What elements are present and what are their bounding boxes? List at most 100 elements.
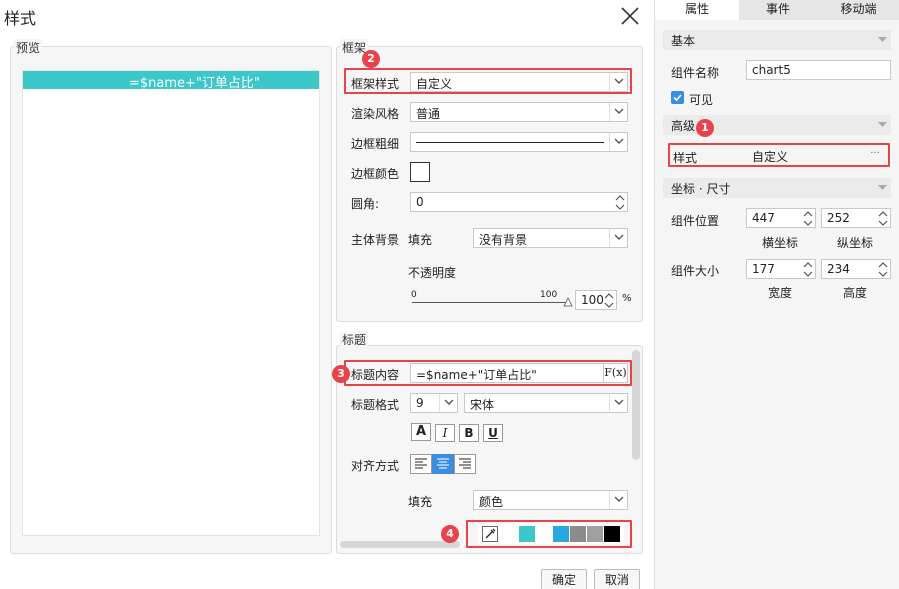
corner-label: 圆角: [351,197,380,211]
spinner[interactable] [876,209,890,227]
style-dialog: 样式 预览 =$name+"订单占比" 框架 框架样式 自定义 2 渲染风格 普… [0,0,654,589]
opacity-value: 100 [581,293,604,307]
opacity-input[interactable]: 100 [575,290,617,310]
spinner[interactable] [602,291,616,309]
highlight-frame-style [344,68,632,94]
align-right-button[interactable] [454,454,476,474]
size-label: 组件大小 [671,264,720,278]
title-format-label: 标题格式 [351,398,400,412]
position-x-input[interactable]: 447 [746,208,816,228]
title-group-label: 标题 [340,331,369,348]
basic-section-header[interactable]: 基本 [663,30,891,50]
highlight-palette [466,520,632,548]
confirm-button[interactable]: 确定 [541,569,587,589]
align-center-button[interactable] [432,454,454,474]
align-label: 对齐方式 [351,459,400,473]
opacity-slider-thumb[interactable] [563,296,573,307]
title-fill-select[interactable]: 颜色 [473,490,628,510]
close-icon[interactable] [619,5,641,27]
tab-mobile[interactable]: 移动端 [817,0,899,20]
width-input[interactable]: 177 [746,259,816,279]
bg-fill-value: 没有背景 [479,233,528,247]
component-name-value: chart5 [752,63,791,77]
opacity-unit: % [622,293,632,304]
component-name-label: 组件名称 [671,66,720,80]
font-color-button[interactable]: A [411,423,431,441]
badge-4: 4 [441,525,459,543]
render-style-value: 普通 [416,107,441,121]
coord-section-header[interactable]: 坐标 · 尺寸 [663,178,891,198]
line-sample [416,142,604,143]
panel-tabs: 属性 事件 移动端 [655,0,899,20]
badge-2: 2 [362,50,380,68]
chevron-down-icon [609,133,627,151]
tab-properties[interactable]: 属性 [655,0,739,20]
spinner[interactable] [801,209,815,227]
chevron-down-icon [439,394,457,412]
preview-title-text: =$name+"订单占比" [129,76,260,91]
check-icon [673,94,682,102]
badge-1: 1 [696,119,714,137]
bold-button[interactable]: B [459,424,479,442]
spinner[interactable] [801,260,815,278]
corner-input[interactable]: 0 [410,192,628,212]
position-y-value: 252 [827,211,850,225]
render-style-label: 渲染风格 [351,107,400,121]
chevron-down-icon [609,103,627,121]
title-fill-label: 填充 [408,495,433,509]
bg-fill-select[interactable]: 没有背景 [473,228,628,248]
underline-button[interactable]: U [483,424,503,442]
chevron-down-icon [609,394,627,412]
preview-title-bar: =$name+"订单占比" [23,71,319,91]
border-width-select[interactable] [410,132,628,152]
collapse-icon [878,37,887,42]
cancel-button[interactable]: 取消 [594,569,640,589]
tab-events[interactable]: 事件 [739,0,817,20]
opacity-label: 不透明度 [408,266,457,280]
height-input[interactable]: 234 [821,259,891,279]
width-value: 177 [752,262,775,276]
border-color-picker[interactable] [410,162,430,182]
preview-canvas [22,70,320,536]
slider-min: 0 [411,290,417,300]
font-size-select[interactable]: 9 [410,393,458,413]
align-left-button[interactable] [410,454,432,474]
component-name-input[interactable]: chart5 [746,60,891,80]
coord-section-title: 坐标 · 尺寸 [671,182,731,196]
font-family-select[interactable]: 宋体 [464,393,628,413]
chevron-down-icon [609,229,627,247]
font-size-value: 9 [416,396,424,410]
border-width-label: 边框粗细 [351,137,400,151]
italic-button[interactable]: I [435,424,455,442]
height-value: 234 [827,262,850,276]
position-y-input[interactable]: 252 [821,208,891,228]
font-family-value: 宋体 [470,398,495,412]
basic-section-title: 基本 [671,34,696,48]
render-style-select[interactable]: 普通 [410,102,628,122]
position-x-value: 447 [752,211,775,225]
collapse-icon [878,122,887,127]
properties-panel: 属性 事件 移动端 基本 组件名称 chart5 可见 高级 1 样式 自定义 … [654,0,899,589]
visible-checkbox[interactable] [671,91,684,104]
slider-max: 100 [540,290,558,300]
background-label: 主体背景 [351,233,400,247]
corner-value: 0 [416,195,424,209]
horizontal-scrollbar[interactable] [340,541,460,548]
border-color-label: 边框颜色 [351,167,400,181]
opacity-slider-track[interactable] [412,302,568,303]
advanced-section-title: 高级 [671,119,696,133]
badge-3: 3 [332,365,350,383]
height-label: 高度 [843,286,868,300]
visible-label: 可见 [689,93,714,107]
preview-group-label: 预览 [14,39,43,56]
vertical-scrollbar[interactable] [632,350,640,460]
position-label: 组件位置 [671,214,720,228]
bg-fill-label: 填充 [408,233,433,247]
highlight-title-content [344,360,632,386]
y-coord-label: 纵坐标 [837,236,874,250]
spinner[interactable] [613,193,627,211]
collapse-icon [878,185,887,190]
chevron-down-icon [609,491,627,509]
spinner[interactable] [876,260,890,278]
title-fill-value: 颜色 [479,495,504,509]
